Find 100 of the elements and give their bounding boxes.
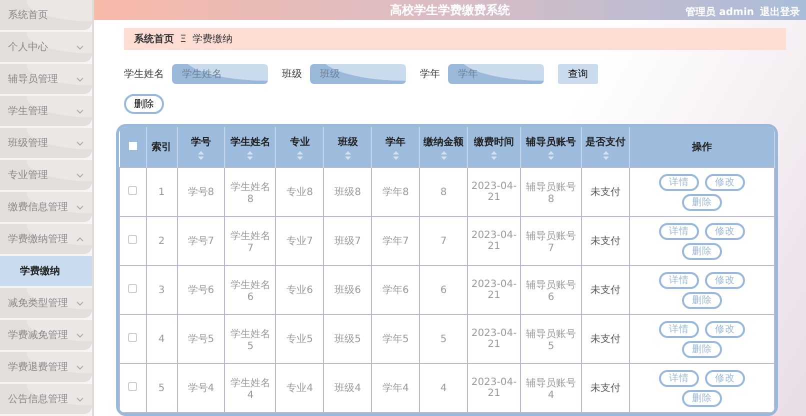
sidebar-item[interactable]: 班级管理 [0, 128, 92, 158]
table-cell: 5 [146, 364, 177, 412]
table-cell: 学年4 [372, 364, 420, 412]
detail-button[interactable]: 详情 [659, 222, 699, 240]
delete-button[interactable]: 删除 [682, 194, 722, 210]
field-label: 班级 [282, 68, 302, 81]
column-header[interactable]: 专业 [290, 134, 310, 148]
table-cell: 8 [420, 168, 468, 216]
column-header[interactable]: 学年 [386, 134, 406, 148]
sidebar-item[interactable]: 学费退费管理 [0, 352, 92, 382]
breadcrumb-item[interactable]: 系统首页 [134, 32, 174, 46]
table-cell: 4 [420, 364, 468, 412]
table-cell: 6 [420, 266, 468, 314]
table-cell: 专业5 [276, 314, 324, 364]
edit-button[interactable]: 修改 [705, 272, 745, 288]
sidebar-item[interactable]: 学费缴纳管理 [0, 224, 92, 254]
sidebar-item[interactable]: 个人中心 [0, 32, 92, 62]
logout-link[interactable]: 退出登录 [760, 5, 800, 19]
chevron-down-icon [76, 332, 84, 338]
column-header[interactable]: 学号 [190, 134, 211, 148]
table-cell: 学生姓名5 [224, 314, 276, 364]
sidebar-item[interactable]: 学生管理 [0, 96, 92, 126]
sidebar-item[interactable]: 系统首页 [0, 0, 92, 30]
delete-button[interactable]: 删除 [682, 340, 722, 358]
table-cell: 班级7 [324, 216, 372, 266]
table-cell: 学生姓名6 [224, 266, 276, 314]
sidebar-item[interactable]: 公告信息管理 [0, 384, 92, 414]
row-checkbox[interactable] [128, 235, 138, 244]
search-field[interactable]: 学年 [448, 64, 544, 84]
sort-icon[interactable] [392, 150, 399, 160]
table-cell: 学年6 [372, 266, 420, 314]
table-cell: 学生姓名8 [224, 168, 276, 216]
table-cell: 学年8 [372, 168, 420, 216]
table-cell: 专业8 [276, 168, 324, 216]
delete-button[interactable]: 删除 [682, 292, 722, 308]
table-cell: 5 [420, 314, 468, 364]
table-cell: 4 [146, 314, 177, 364]
row-checkbox[interactable] [128, 333, 138, 342]
sort-icon[interactable] [602, 150, 609, 160]
row-checkbox[interactable] [128, 382, 138, 391]
select-all-checkbox[interactable] [128, 142, 136, 150]
field-label: 学生姓名 [124, 68, 164, 81]
table-cell: 学号8 [177, 168, 225, 216]
column-header: 索引 [152, 140, 172, 154]
delete-button[interactable]: 删除 [124, 94, 164, 114]
row-checkbox[interactable] [128, 186, 138, 195]
table-cell: 班级4 [324, 364, 372, 412]
field-label: 学年 [420, 68, 440, 81]
search-field[interactable]: 班级 [310, 64, 406, 84]
column-header: 操作 [692, 140, 712, 154]
breadcrumb-item: 学费缴纳 [192, 32, 232, 46]
sidebar-item[interactable]: 缴费信息管理 [0, 192, 92, 222]
sort-icon[interactable] [198, 150, 204, 160]
sort-icon[interactable] [440, 150, 447, 160]
delete-button[interactable]: 删除 [682, 390, 722, 406]
delete-button[interactable]: 删除 [682, 242, 722, 260]
detail-button[interactable]: 详情 [659, 174, 699, 190]
table-cell: 2023-04-21 [468, 364, 521, 412]
table-cell: 班级6 [324, 266, 372, 314]
table-cell: 2 [146, 216, 177, 266]
edit-button[interactable]: 修改 [705, 320, 745, 338]
sidebar-item[interactable]: 学费减免管理 [0, 320, 92, 350]
table-cell: 2023-04-21 [468, 168, 521, 216]
table-cell: 1 [146, 168, 177, 216]
table-cell: 辅导员账号8 [520, 168, 582, 216]
sidebar-item[interactable]: 减免类型管理 [0, 288, 92, 318]
edit-button[interactable]: 修改 [705, 222, 745, 240]
table-cell: 学年5 [372, 314, 420, 364]
row-checkbox[interactable] [128, 284, 138, 293]
table-cell: 辅导员账号7 [520, 216, 582, 266]
table-cell: 专业4 [276, 364, 324, 412]
table-cell: 未支付 [582, 266, 630, 314]
table-cell: 专业6 [276, 266, 324, 314]
search-field[interactable]: 学生姓名 [172, 64, 268, 84]
search-button[interactable]: 查询 [558, 64, 598, 84]
edit-button[interactable]: 修改 [705, 370, 745, 386]
detail-button[interactable]: 详情 [659, 320, 699, 338]
sort-icon[interactable] [296, 150, 303, 160]
detail-button[interactable]: 详情 [659, 272, 699, 288]
user-label: 管理员 admin [686, 6, 754, 19]
chevron-down-icon [76, 108, 84, 114]
sidebar-item[interactable]: 专业管理 [0, 160, 92, 190]
table-cell: 学号6 [177, 266, 225, 314]
chevron-down-icon [76, 204, 84, 210]
table-cell: 学年7 [372, 216, 420, 266]
sidebar-item[interactable]: 辅导员管理 [0, 64, 92, 94]
sort-icon[interactable] [344, 150, 351, 160]
sidebar-subitem[interactable]: 学费缴纳 [0, 256, 92, 286]
column-header[interactable]: 班级 [338, 134, 358, 148]
sort-icon[interactable] [247, 150, 254, 160]
table-cell: 学生姓名4 [224, 364, 276, 412]
sort-icon[interactable] [491, 150, 498, 160]
table-cell: 7 [420, 216, 468, 266]
table-cell: 2023-04-21 [468, 266, 521, 314]
sort-icon[interactable] [548, 150, 554, 160]
breadcrumb-separator: Ξ [180, 34, 186, 45]
edit-button[interactable]: 修改 [705, 174, 745, 190]
chevron-down-icon [76, 300, 84, 306]
table-cell: 学号5 [177, 314, 225, 364]
detail-button[interactable]: 详情 [659, 370, 699, 386]
